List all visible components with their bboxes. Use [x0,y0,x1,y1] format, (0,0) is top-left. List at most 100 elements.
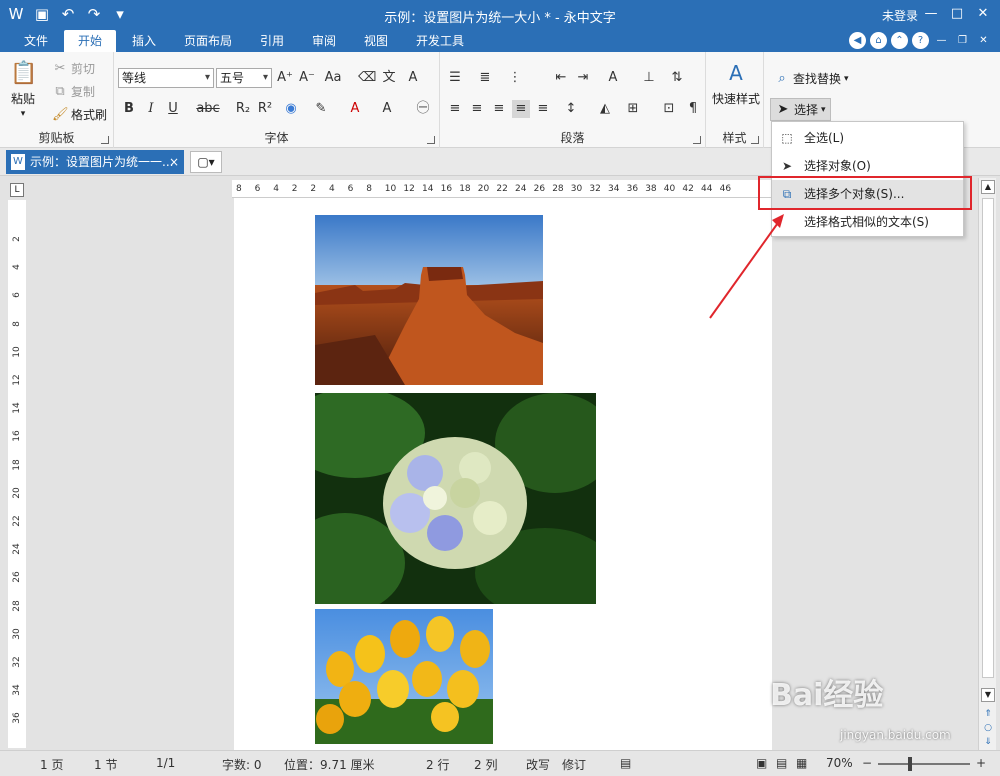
zoom-slider-knob[interactable] [908,757,912,771]
increase-indent-icon[interactable]: ⇥ [574,69,592,87]
horizontal-ruler[interactable]: 8 6 4 2 2 4 6 8 10 12 14 16 18 20 22 24 26 28 30 32 34 36 38 40… [232,180,772,198]
zoom-in-icon[interactable]: + [976,756,986,770]
maximize-icon[interactable]: □ [946,3,968,25]
tab-page-layout[interactable]: 页面布局 [170,30,246,52]
clear-format-icon[interactable]: ⌫ [358,69,376,87]
view-outline-icon[interactable]: ▦ [796,756,807,770]
change-case-icon[interactable]: Aa [324,69,342,87]
shrink-font-icon[interactable]: A⁻ [298,69,316,87]
select-all-item[interactable]: ⬚ 全选(L) [772,124,963,152]
close-tab-icon[interactable]: × [169,150,179,174]
paragraph-settings-icon[interactable]: ⊡ [660,100,678,118]
italic-icon[interactable]: I [142,100,160,118]
paragraph-launcher-icon[interactable] [693,136,701,144]
status-revise[interactable]: 修订 [562,756,586,773]
hydrangea-image[interactable] [315,393,596,604]
copy-button[interactable]: ⧉ 复制 [52,83,95,100]
align-right-icon[interactable]: ≡ [490,100,508,118]
document-tab[interactable]: W 示例：设置图片为统一一... × [6,150,184,174]
help-icon[interactable]: ? [912,32,929,49]
tab-stop-selector[interactable]: L [10,183,24,197]
browse-object-icon[interactable]: ○ [982,722,994,734]
status-overwrite[interactable]: 改写 [526,756,550,773]
decrease-indent-icon[interactable]: ⇤ [552,69,570,87]
multilevel-list-icon[interactable]: ⋮ [506,69,524,87]
home-icon[interactable]: ⌂ [870,32,887,49]
cut-button[interactable]: ✂ 剪切 [52,60,95,77]
login-status[interactable]: 未登录 [882,7,918,24]
status-words[interactable]: 字数: 0 [222,756,262,773]
justify-icon[interactable]: ≡ [512,100,530,118]
char-shading-icon[interactable]: A [378,100,396,118]
doc-restore-icon[interactable]: ❐ [954,32,971,49]
status-section: 1 节 [94,758,118,772]
align-center-icon[interactable]: ≡ [468,100,486,118]
borders-icon[interactable]: ⊞ [624,100,642,118]
close-icon[interactable]: ✕ [972,3,994,25]
asian-layout-icon[interactable]: ⊥ [640,69,658,87]
document-page[interactable] [234,198,772,750]
font-color-icon[interactable]: A [346,100,364,118]
text-effect-icon[interactable]: ◉ [282,100,300,118]
styles-launcher-icon[interactable] [751,136,759,144]
underline-icon[interactable]: U [164,100,182,118]
subscript-icon[interactable]: R₂ [234,100,252,118]
zoom-out-icon[interactable]: − [862,756,872,770]
view-web-icon[interactable]: ▤ [776,756,787,770]
doc-minimize-icon[interactable]: — [933,32,950,49]
chinese-layout-icon[interactable]: A [604,69,622,87]
highlight-icon[interactable]: ✎ [312,100,330,118]
tab-review[interactable]: 审阅 [298,30,350,52]
collapse-ribbon-icon[interactable]: ⌃ [891,32,908,49]
clipboard-launcher-icon[interactable] [101,136,109,144]
minimize-icon[interactable]: — [920,3,942,25]
next-page-icon[interactable]: ⇓ [982,736,994,748]
char-border-icon[interactable]: A [404,69,422,87]
bullets-icon[interactable]: ☰ [446,69,464,87]
grow-font-icon[interactable]: A⁺ [276,69,294,87]
tab-view[interactable]: 视图 [350,30,402,52]
tulips-image[interactable] [315,609,493,744]
scroll-up-icon[interactable]: ▲ [981,180,995,194]
tab-file[interactable]: 文件 [10,30,62,52]
quick-styles-button[interactable]: A 快速样式 [712,60,760,107]
bold-icon[interactable]: B [120,100,138,118]
line-spacing-icon[interactable]: ↕ [562,100,580,118]
align-left-icon[interactable]: ≡ [446,100,464,118]
select-similar-text-item[interactable]: 选择格式相似的文本(S) [772,208,963,236]
vertical-ruler[interactable]: 2 4 6 8 10 12 14 16 18 20 22 24 26 28 30 32 34 36 [8,200,26,748]
numbering-icon[interactable]: ≣ [476,69,494,87]
doc-close-icon[interactable]: ✕ [975,32,992,49]
paste-button[interactable]: 📋 粘贴 ▾ [10,60,37,119]
scroll-thumb[interactable] [982,198,994,678]
desert-image[interactable] [315,215,543,385]
phonetic-guide-icon[interactable]: 文 [380,69,398,87]
show-marks-icon[interactable]: ¶ [684,100,702,118]
font-name-select[interactable]: 等线 [118,68,214,88]
zoom-slider[interactable] [878,763,970,765]
tab-references[interactable]: 引用 [246,30,298,52]
zoom-level[interactable]: 70% [826,756,853,770]
view-page-icon[interactable]: ▣ [756,756,767,770]
shading-icon[interactable]: ◭ [596,100,614,118]
tab-insert[interactable]: 插入 [118,30,170,52]
strikethrough-icon[interactable]: abc [196,100,220,118]
select-button[interactable]: ➤ 选择 ▾ [770,98,831,121]
tab-developer[interactable]: 开发工具 [402,30,478,52]
find-replace-button[interactable]: ⌕ 查找替换 ▾ [774,70,848,87]
prev-page-icon[interactable]: ⇑ [982,708,994,720]
back-icon[interactable]: ◀ [849,32,866,49]
tab-home[interactable]: 开始 [64,30,117,52]
ruler-tick-label: 12 [12,374,22,386]
format-painter-button[interactable]: 🖌 格式刷 [52,106,107,123]
distribute-icon[interactable]: ≡ [534,100,552,118]
sort-icon[interactable]: ⇅ [668,69,686,87]
new-document-button[interactable]: ▢▾ [190,151,222,173]
vertical-scrollbar[interactable]: ▲ ▼ ⇑ ○ ⇓ [978,178,996,750]
scroll-down-icon[interactable]: ▼ [981,688,995,702]
enclose-char-icon[interactable]: ㊀ [414,100,432,118]
superscript-icon[interactable]: R² [256,100,274,118]
font-launcher-icon[interactable] [427,136,435,144]
font-size-select[interactable]: 五号 [216,68,272,88]
spellcheck-icon[interactable]: ▤ [620,756,631,770]
